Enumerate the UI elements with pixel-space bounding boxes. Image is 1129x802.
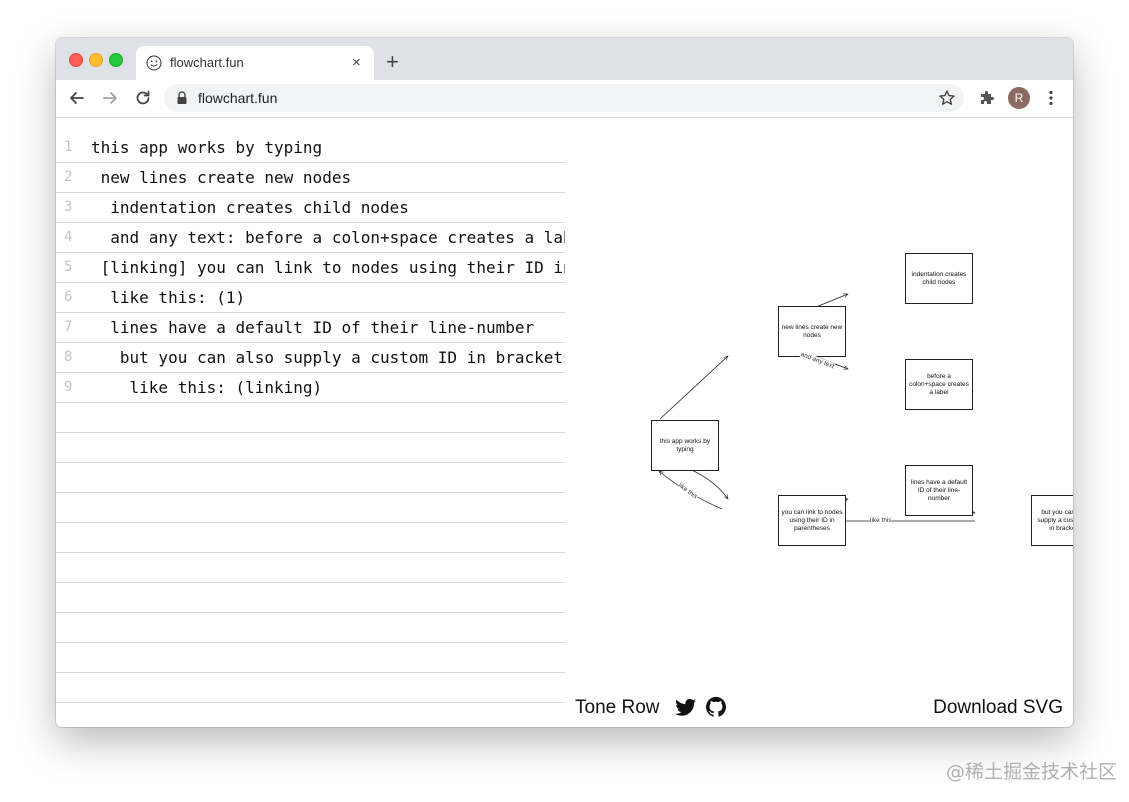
- close-tab-icon[interactable]: ×: [352, 55, 361, 71]
- editor-line[interactable]: 6 like this: (1): [56, 283, 565, 313]
- line-text[interactable]: and any text: before a colon+space creat…: [91, 228, 565, 247]
- editor-line[interactable]: 5 [linking] you can link to nodes using …: [56, 253, 565, 283]
- line-number: 4: [64, 229, 73, 245]
- watermark-text: @稀土掘金技术社区: [946, 761, 1118, 783]
- twitter-icon[interactable]: [675, 698, 697, 718]
- forward-arrow-icon[interactable]: [100, 88, 120, 108]
- node-new-lines[interactable]: new lines create new nodes: [778, 306, 846, 357]
- editor-line[interactable]: 8 but you can also supply a custom ID in…: [56, 343, 565, 373]
- flowchart-canvas[interactable]: this app works by typing new lines creat…: [565, 118, 1073, 688]
- editor-empty-line[interactable]: [56, 493, 565, 523]
- line-text[interactable]: new lines create new nodes: [91, 168, 351, 187]
- line-number: 6: [64, 289, 73, 305]
- line-number: 9: [64, 379, 73, 395]
- line-text[interactable]: but you can also supply a custom ID in b…: [91, 348, 565, 367]
- editor-empty-line[interactable]: [56, 613, 565, 643]
- browser-toolbar: flowchart.fun R: [56, 80, 1073, 118]
- editor-line[interactable]: 1 this app works by typing: [56, 133, 565, 163]
- new-tab-button[interactable]: +: [386, 51, 399, 73]
- line-text[interactable]: [linking] you can link to nodes using th…: [91, 258, 565, 277]
- back-arrow-icon[interactable]: [67, 88, 87, 108]
- smiley-favicon-icon: [146, 55, 162, 71]
- line-number: 7: [64, 319, 73, 335]
- lock-icon: [177, 91, 187, 104]
- editor-empty-line[interactable]: [56, 643, 565, 673]
- node-this-app-works[interactable]: this app works by typing: [651, 420, 719, 471]
- editor-line[interactable]: 7 lines have a default ID of their line-…: [56, 313, 565, 343]
- bookmark-star-icon[interactable]: [938, 89, 956, 107]
- minimize-window-button[interactable]: [89, 53, 103, 67]
- edge-label-like-this-2: like this: [870, 517, 892, 524]
- browser-tab[interactable]: flowchart.fun ×: [136, 46, 374, 80]
- editor-empty-line[interactable]: [56, 433, 565, 463]
- download-svg-button[interactable]: Download SVG: [933, 697, 1063, 719]
- node-indentation[interactable]: indentation creates child nodes: [905, 253, 973, 304]
- editor-line[interactable]: 2 new lines create new nodes: [56, 163, 565, 193]
- line-number: 5: [64, 259, 73, 275]
- editor-empty-line[interactable]: [56, 403, 565, 433]
- line-number: 3: [64, 199, 73, 215]
- line-text[interactable]: this app works by typing: [91, 138, 322, 157]
- flowchart-edges: [565, 118, 1073, 688]
- node-custom-id[interactable]: but you can also supply a custom ID in b…: [1031, 495, 1073, 546]
- kebab-menu-icon[interactable]: [1042, 89, 1060, 107]
- editor-empty-line[interactable]: [56, 523, 565, 553]
- node-linking[interactable]: you can link to nodes using their ID in …: [778, 495, 846, 546]
- line-text[interactable]: indentation creates child nodes: [91, 198, 409, 217]
- line-text[interactable]: like this: (1): [91, 288, 245, 307]
- editor-empty-line[interactable]: [56, 583, 565, 613]
- url-text: flowchart.fun: [198, 90, 278, 106]
- editor-empty-line[interactable]: [56, 553, 565, 583]
- maximize-window-button[interactable]: [109, 53, 123, 67]
- node-default-id[interactable]: lines have a default ID of their line-nu…: [905, 465, 973, 516]
- close-window-button[interactable]: [69, 53, 83, 67]
- code-editor[interactable]: 1 this app works by typing 2 new lines cre…: [56, 118, 565, 727]
- editor-empty-line[interactable]: [56, 463, 565, 493]
- node-colon-label[interactable]: before a colon+space creates a label: [905, 359, 973, 410]
- browser-window: flowchart.fun × + flowchart.fun R 1 this…: [56, 38, 1073, 727]
- extensions-puzzle-icon[interactable]: [978, 89, 996, 107]
- profile-avatar[interactable]: R: [1008, 87, 1030, 109]
- app-footer: Tone Row Download SVG: [565, 688, 1073, 727]
- address-bar[interactable]: flowchart.fun: [164, 84, 964, 112]
- github-icon[interactable]: [705, 696, 727, 718]
- reload-icon[interactable]: [133, 88, 153, 108]
- line-number: 2: [64, 169, 73, 185]
- editor-line[interactable]: 3 indentation creates child nodes: [56, 193, 565, 223]
- title-bar: flowchart.fun × +: [56, 38, 1073, 80]
- line-text[interactable]: like this: (linking): [91, 378, 323, 397]
- editor-line[interactable]: 4 and any text: before a colon+space cre…: [56, 223, 565, 253]
- line-number: 1: [64, 139, 73, 155]
- tab-title: flowchart.fun: [170, 55, 244, 70]
- brand-link[interactable]: Tone Row: [575, 697, 660, 719]
- edge-n1-n2: [659, 356, 728, 420]
- line-text[interactable]: lines have a default ID of their line-nu…: [91, 318, 534, 337]
- line-number: 8: [64, 349, 73, 365]
- editor-empty-line[interactable]: [56, 673, 565, 703]
- editor-line[interactable]: 9 like this: (linking): [56, 373, 565, 403]
